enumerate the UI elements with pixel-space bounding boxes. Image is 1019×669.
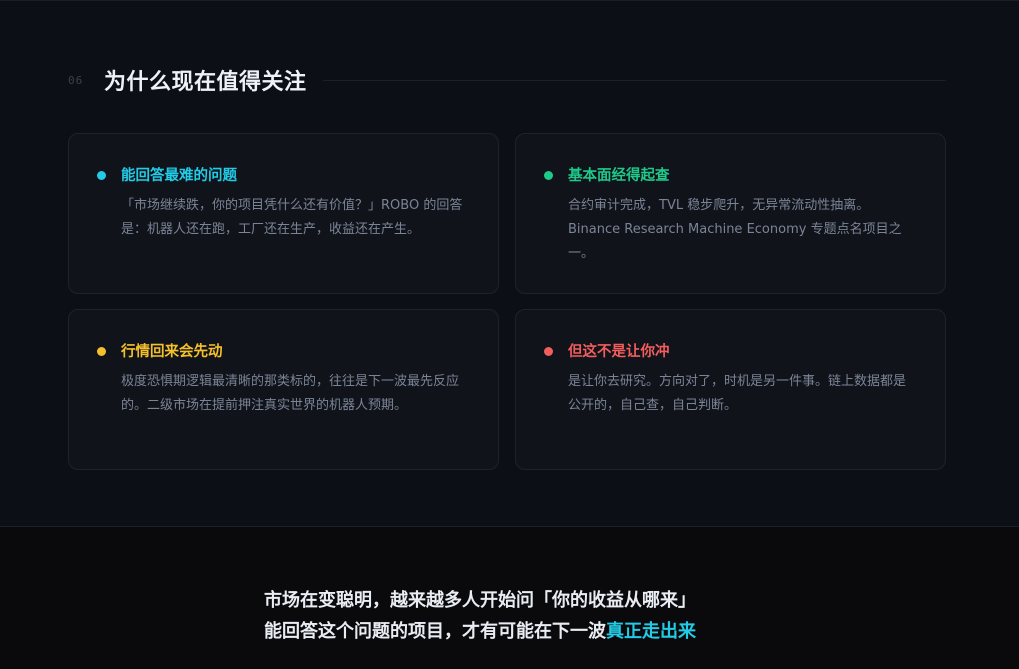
card-hardest-question: 能回答最难的问题 「市场继续跌，你的项目凭什么还有价值？」ROBO 的回答是：机… <box>68 133 499 294</box>
card-title: 基本面经得起查 <box>568 168 670 184</box>
card-body: 「市场继续跌，你的项目凭什么还有价值？」ROBO 的回答是：机器人还在跑，工厂还… <box>121 198 463 237</box>
card-disclaimer: 但这不是让你冲 是让你去研究。方向对了，时机是另一件事。链上数据都是公开的，自己… <box>515 309 946 470</box>
section-title: 为什么现在值得关注 <box>104 70 307 95</box>
section-number: 06 <box>68 73 84 87</box>
card-fundamentals: 基本面经得起查 合约审计完成，TVL 稳步爬升，无异常流动性抽离。Binance… <box>515 133 946 294</box>
closing-line-2: 能回答这个问题的项目，才有可能在下一波真正走出来 <box>264 616 824 647</box>
why-now-section: 06 为什么现在值得关注 能回答最难的问题 「市场继续跌，你的项目凭什么还有价值… <box>0 0 1019 526</box>
card-title: 能回答最难的问题 <box>121 168 237 184</box>
page: 06 为什么现在值得关注 能回答最难的问题 「市场继续跌，你的项目凭什么还有价值… <box>0 0 1019 669</box>
closing-line-2-text: 能回答这个问题的项目，才有可能在下一波 <box>264 621 606 642</box>
card-body: 合约审计完成，TVL 稳步爬升，无异常流动性抽离。Binance Researc… <box>568 198 902 261</box>
bullet-dot-icon <box>97 171 106 180</box>
card-body: 极度恐惧期逻辑最清晰的那类标的，往往是下一波最先反应的。二级市场在提前押注真实世… <box>121 374 460 413</box>
section-header: 06 为什么现在值得关注 <box>68 61 946 99</box>
card-first-mover: 行情回来会先动 极度恐惧期逻辑最清晰的那类标的，往往是下一波最先反应的。二级市场… <box>68 309 499 470</box>
card-title: 行情回来会先动 <box>121 344 223 360</box>
bullet-dot-icon <box>97 347 106 356</box>
bullet-dot-icon <box>544 171 553 180</box>
card-title: 但这不是让你冲 <box>568 344 670 360</box>
card-body: 是让你去研究。方向对了，时机是另一件事。链上数据都是公开的，自己查，自己判断。 <box>568 374 907 413</box>
bullet-dot-icon <box>544 347 553 356</box>
section-divider <box>322 79 946 81</box>
closing-highlight: 真正走出来 <box>606 621 696 642</box>
closing-statement: 市场在变聪明，越来越多人开始问「你的收益从哪来」 能回答这个问题的项目，才有可能… <box>264 585 824 647</box>
closing-line-1: 市场在变聪明，越来越多人开始问「你的收益从哪来」 <box>264 590 696 611</box>
